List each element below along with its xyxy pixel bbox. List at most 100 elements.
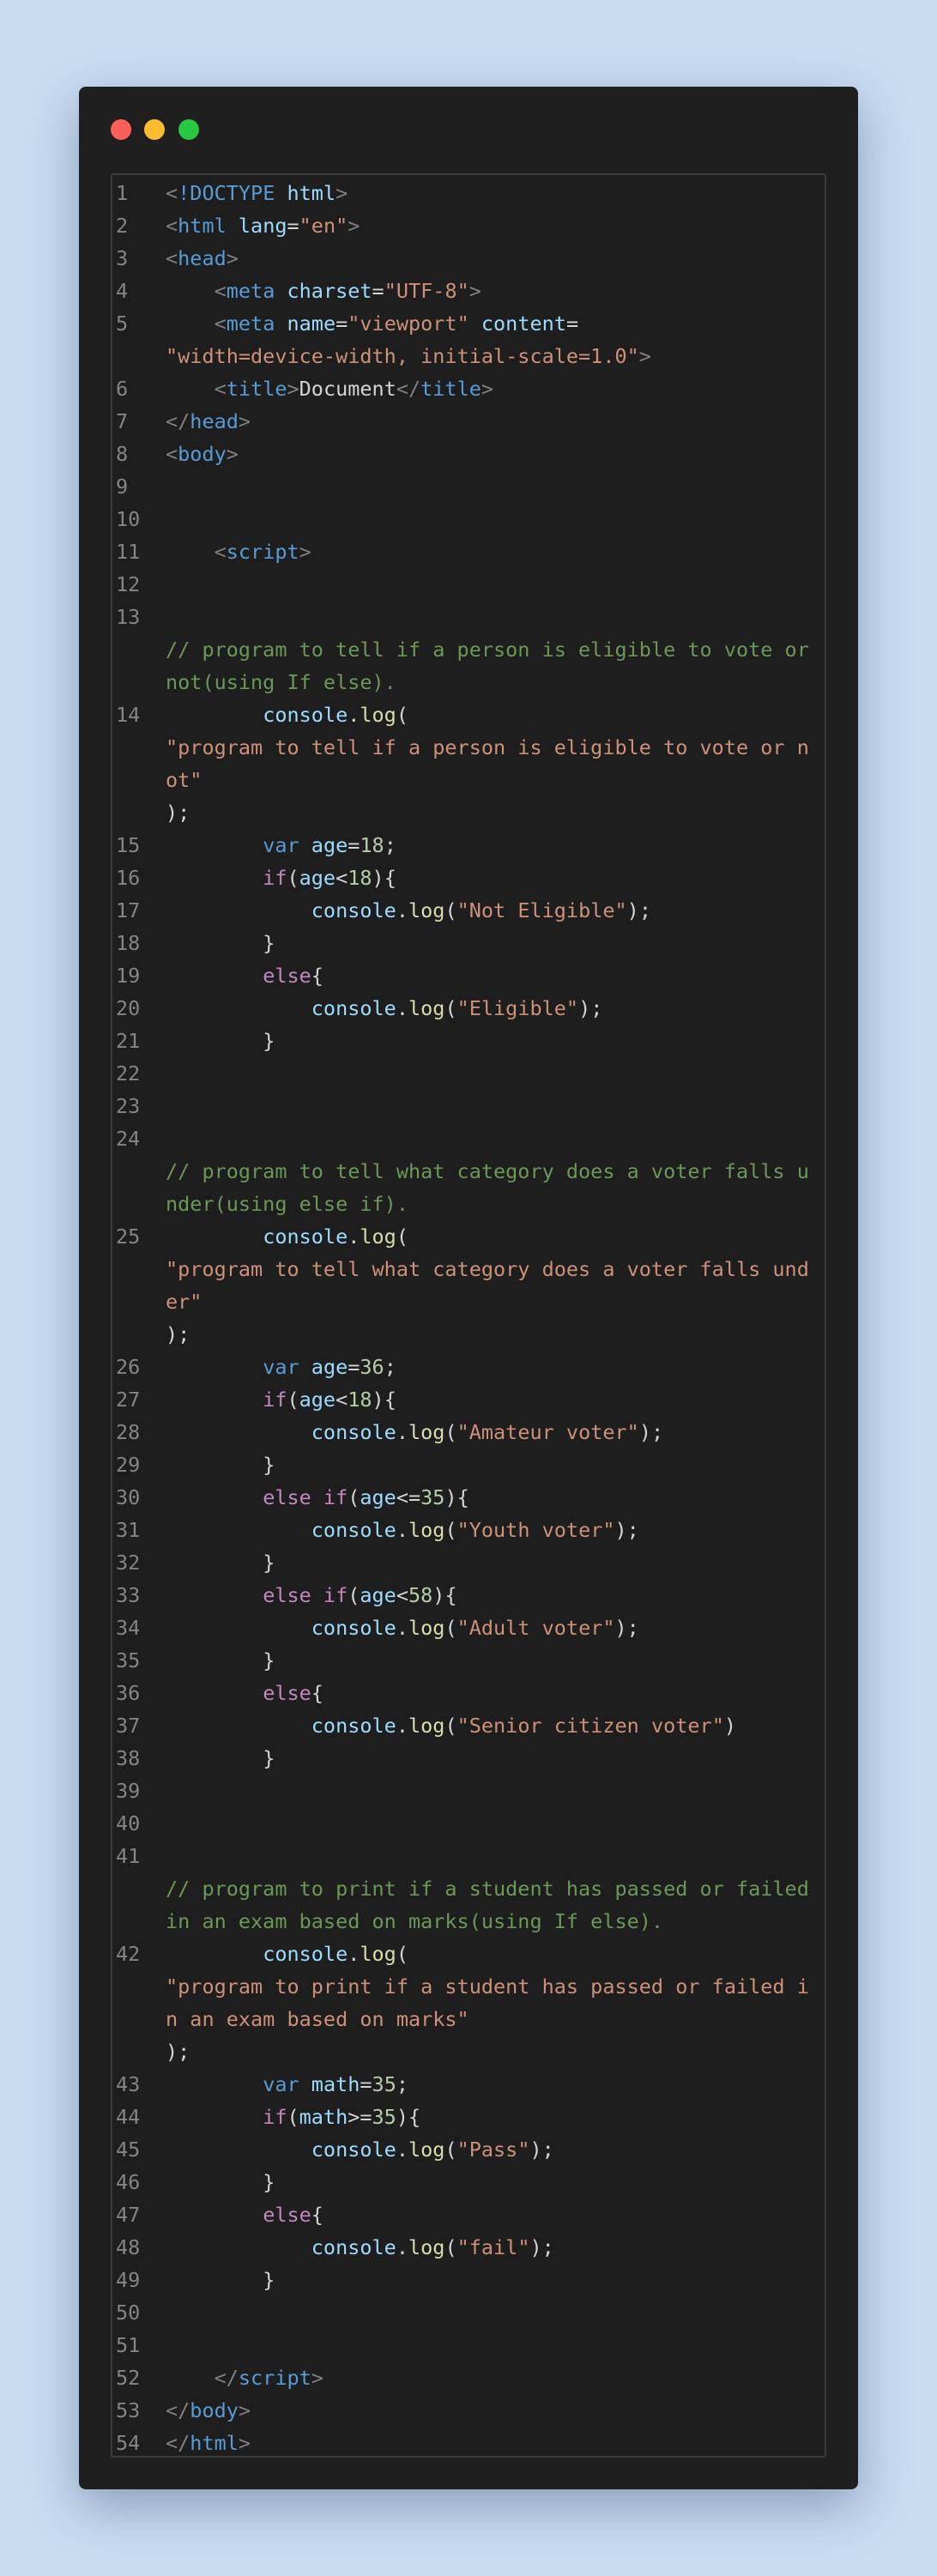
code-token: ); bbox=[166, 1322, 190, 1346]
code-text: // program to tell what category does a … bbox=[166, 1122, 811, 1220]
code-token: { bbox=[311, 1681, 323, 1705]
code-token: "Pass" bbox=[456, 2138, 530, 2162]
line-number: 50 bbox=[116, 2301, 141, 2325]
line-number: 49 bbox=[116, 2268, 141, 2292]
code-line: 14 console.log( "program to tell if a pe… bbox=[112, 698, 825, 829]
line-number: 8 bbox=[116, 442, 129, 466]
code-text: } bbox=[166, 1025, 811, 1057]
code-line: 20 console.log("Eligible"); bbox=[112, 992, 825, 1025]
code-token: < bbox=[336, 1388, 348, 1412]
code-token: console bbox=[311, 2235, 396, 2259]
line-number: 52 bbox=[116, 2366, 141, 2390]
code-token: < bbox=[396, 1583, 408, 1607]
line-number: 30 bbox=[116, 1485, 141, 1509]
code-text: ​ bbox=[166, 470, 811, 503]
code-text: ​ bbox=[166, 503, 811, 535]
code-token: name bbox=[287, 311, 336, 336]
code-token: log bbox=[360, 703, 396, 727]
code-line: 41 // program to print if a student has … bbox=[112, 1840, 825, 1938]
code-token: < bbox=[214, 311, 227, 336]
code-token: log bbox=[408, 1714, 445, 1738]
code-text: <meta name="viewport" content= "width=de… bbox=[166, 307, 811, 372]
code-token: "width=device-width, initial-scale=1.0" bbox=[166, 344, 639, 368]
code-text: console.log( "program to tell what categ… bbox=[166, 1220, 811, 1351]
code-line: 33 else if(age<58){ bbox=[112, 1579, 825, 1612]
code-token: . bbox=[396, 1616, 408, 1640]
code-token: else if bbox=[263, 1485, 348, 1509]
code-line: 17 console.log("Not Eligible"); bbox=[112, 894, 825, 927]
code-token: > bbox=[311, 2366, 323, 2390]
code-text: <body> bbox=[166, 438, 811, 470]
code-text: // program to tell if a person is eligib… bbox=[166, 601, 811, 698]
code-token: else bbox=[263, 2203, 311, 2227]
code-editor[interactable]: 1 <!DOCTYPE html> 2 <html lang="en"> 3 <head>… bbox=[111, 173, 826, 2458]
code-line: 19 else{ bbox=[112, 959, 825, 992]
code-text: console.log("Not Eligible"); bbox=[166, 894, 811, 927]
line-number: 21 bbox=[116, 1029, 141, 1053]
code-line: 11 <script> bbox=[112, 535, 825, 568]
code-token: = bbox=[287, 214, 299, 238]
code-token: = bbox=[348, 1355, 360, 1379]
code-line: 39 ​ bbox=[112, 1775, 825, 1807]
code-token: else if bbox=[263, 1583, 348, 1607]
code-text: <head> bbox=[166, 242, 811, 275]
code-text: ​ bbox=[166, 1090, 811, 1122]
line-number: 3 bbox=[116, 246, 129, 270]
code-token: > bbox=[468, 279, 481, 303]
line-number: 29 bbox=[116, 1453, 141, 1477]
code-text: // program to print if a student has pas… bbox=[166, 1840, 811, 1938]
code-token: 18 bbox=[348, 1388, 372, 1412]
code-token: . bbox=[396, 1420, 408, 1444]
line-number: 17 bbox=[116, 898, 141, 922]
line-number: 34 bbox=[116, 1616, 141, 1640]
code-token: ( bbox=[348, 1583, 360, 1607]
code-token: < bbox=[166, 181, 178, 205]
code-token: ); bbox=[529, 2235, 554, 2259]
code-text: else{ bbox=[166, 2198, 811, 2231]
code-token: log bbox=[408, 996, 445, 1020]
minimize-window-button[interactable] bbox=[144, 119, 165, 140]
code-token: } bbox=[263, 1551, 275, 1575]
code-text: console.log("Eligible"); bbox=[166, 992, 811, 1025]
code-text: ​ bbox=[166, 1057, 811, 1090]
code-token: > bbox=[638, 344, 651, 368]
code-token: > bbox=[226, 246, 239, 270]
line-number: 44 bbox=[116, 2105, 141, 2129]
code-token: ; bbox=[384, 833, 396, 857]
code-token: "Adult voter" bbox=[456, 1616, 615, 1640]
maximize-window-button[interactable] bbox=[178, 119, 199, 140]
code-line: 1 <!DOCTYPE html> bbox=[112, 177, 825, 209]
code-token: { bbox=[311, 964, 323, 988]
code-text: } bbox=[166, 1742, 811, 1775]
code-text: if(age<18){ bbox=[166, 1383, 811, 1416]
code-token: > bbox=[238, 409, 251, 433]
code-token: ( bbox=[287, 866, 299, 890]
line-number: 36 bbox=[116, 1681, 141, 1705]
code-token: ( bbox=[444, 1518, 457, 1542]
code-line: 23 ​ bbox=[112, 1090, 825, 1122]
code-text: } bbox=[166, 1644, 811, 1677]
code-token: ; bbox=[396, 2072, 408, 2096]
code-text: ​ bbox=[166, 2329, 811, 2361]
code-token: < bbox=[166, 442, 178, 466]
code-text: ​ bbox=[166, 1807, 811, 1840]
code-token: charset bbox=[287, 279, 372, 303]
code-token: "Eligible" bbox=[456, 996, 579, 1020]
line-number: 24 bbox=[116, 1127, 141, 1151]
line-number: 53 bbox=[116, 2398, 141, 2422]
code-token: ); bbox=[529, 2138, 554, 2162]
code-token: console bbox=[311, 1420, 396, 1444]
code-token: ); bbox=[626, 898, 651, 922]
code-line: 4 <meta charset="UTF-8"> bbox=[112, 275, 825, 307]
line-number: 32 bbox=[116, 1551, 141, 1575]
code-line: 49 } bbox=[112, 2264, 825, 2296]
code-text: else if(age<=35){ bbox=[166, 1481, 811, 1514]
code-token: > bbox=[287, 377, 299, 401]
code-token: ( bbox=[444, 2138, 457, 2162]
code-token: > bbox=[336, 181, 348, 205]
close-window-button[interactable] bbox=[111, 119, 131, 140]
